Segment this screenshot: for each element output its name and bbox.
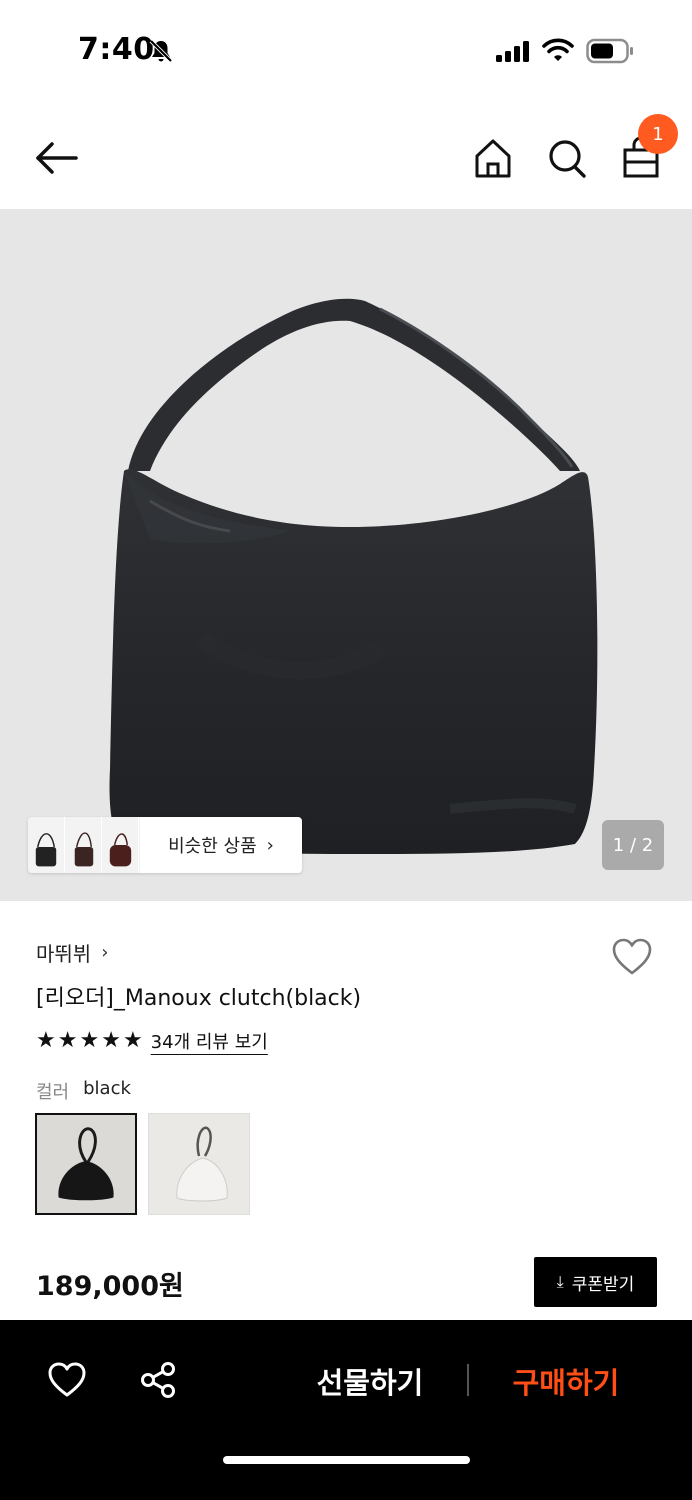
swatch-image: [58, 1127, 114, 1201]
coupon-button[interactable]: ⤓ 쿠폰받기: [534, 1257, 657, 1307]
star-icon: ★: [36, 1028, 56, 1053]
similar-products-text: 비슷한 상품: [168, 836, 257, 857]
heart-icon[interactable]: [610, 936, 654, 978]
battery-icon: [586, 38, 633, 64]
similar-thumb: [109, 817, 139, 873]
color-label: 컬러: [36, 1082, 70, 1103]
home-indicator[interactable]: [223, 1456, 470, 1464]
page-indicator: 1 / 2: [602, 820, 664, 870]
color-swatch-white[interactable]: [148, 1113, 250, 1215]
product-image: [109, 298, 598, 854]
star-icon: ★: [79, 1028, 100, 1053]
chevron-right-icon: ›: [266, 834, 274, 856]
status-bar: 7:40: [0, 0, 692, 100]
review-link[interactable]: 34개 리뷰 보기: [151, 1028, 268, 1054]
bell-slash-icon: [149, 39, 173, 63]
color-option-row: 컬러 black: [36, 1078, 131, 1104]
star-icon: ★: [57, 1028, 78, 1053]
home-icon[interactable]: [472, 136, 514, 180]
similar-thumb: [74, 817, 102, 873]
search-icon[interactable]: [546, 136, 588, 180]
rating-row: ★ ★ ★ ★ ★ 34개 리뷰 보기: [36, 1028, 268, 1054]
divider: [467, 1364, 469, 1396]
gift-button[interactable]: 선물하기: [300, 1358, 440, 1404]
buy-button[interactable]: 구매하기: [496, 1358, 636, 1404]
similar-thumb: [35, 817, 65, 873]
arrow-left-icon[interactable]: [30, 138, 82, 178]
signal-icon: [496, 41, 529, 62]
heart-icon[interactable]: [46, 1360, 88, 1400]
similar-products-button[interactable]: 비슷한 상품 ›: [28, 817, 302, 873]
similar-thumbnails: [28, 817, 140, 873]
download-icon: ⤓: [556, 1272, 564, 1291]
star-rating: ★ ★ ★ ★ ★: [36, 1030, 143, 1052]
chevron-right-icon: ›: [101, 942, 109, 963]
similar-products-label: 비슷한 상품 ›: [140, 817, 302, 873]
nav-bar: [0, 110, 692, 206]
brand-link[interactable]: 마뛰뷔 ›: [36, 938, 108, 967]
wifi-icon: [542, 38, 574, 61]
bottom-action-bar: 선물하기 구매하기: [0, 1320, 692, 1500]
product-name: [리오더]_Manoux clutch(black): [36, 986, 362, 1011]
status-time: 7:40: [78, 32, 155, 67]
product-image-gallery[interactable]: [0, 209, 692, 901]
price: 189,000원: [36, 1271, 184, 1302]
color-value: black: [83, 1078, 131, 1099]
star-icon: ★: [101, 1028, 121, 1053]
brand-name: 마뛰뷔: [36, 942, 92, 966]
cart-count-badge: 1: [638, 114, 678, 154]
swatch-image: [176, 1126, 228, 1202]
star-icon: ★: [122, 1028, 143, 1053]
coupon-label: 쿠폰받기: [571, 1274, 635, 1295]
color-swatch-black[interactable]: [35, 1113, 137, 1215]
share-icon[interactable]: [138, 1360, 178, 1400]
